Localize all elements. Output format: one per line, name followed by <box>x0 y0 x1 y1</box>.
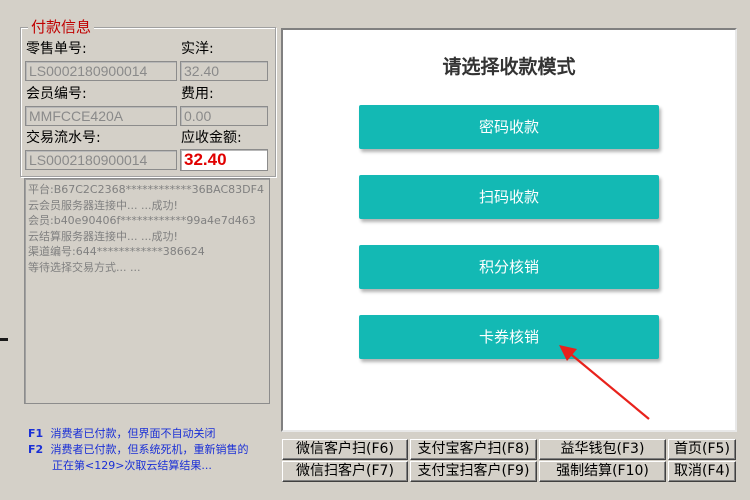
serial-no-label: 交易流水号: <box>26 130 101 146</box>
wechat-customer-scan-button[interactable]: 微信客户扫(F6) <box>282 439 408 460</box>
status-log: 平台:B67C2C2368************36BAC83DF4 云会员服… <box>24 178 270 404</box>
log-line: 渠道编号:644************386624 <box>28 245 205 258</box>
alipay-customer-scan-button[interactable]: 支付宝客户扫(F8) <box>410 439 537 460</box>
window-edge-mark <box>0 338 8 341</box>
log-line: 等待选择交易方式... ... <box>28 260 141 274</box>
password-payment-button[interactable]: 密码收款 <box>359 105 659 149</box>
retail-no-label: 零售单号: <box>26 41 87 57</box>
alipay-scan-customer-button[interactable]: 支付宝扫客户(F9) <box>410 461 537 482</box>
hotkey-hints: F1 消费者已付款，但界面不自动关闭 F2 消费者已付款，但系统死机，重新销售的… <box>28 426 278 474</box>
log-line: 云会员服务器连接中... ...成功! <box>28 198 178 212</box>
hint-f2-continued: 正在第<129>次取云结算结果... <box>52 459 212 472</box>
payment-info-legend: 付款信息 <box>28 18 95 36</box>
red-arrow-icon <box>559 345 650 420</box>
wechat-scan-customer-button[interactable]: 微信扫客户(F7) <box>282 461 408 482</box>
member-no-label: 会员编号: <box>26 86 87 102</box>
yihua-wallet-button[interactable]: 益华钱包(F3) <box>539 439 666 460</box>
log-line: 平台:B67C2C2368************36BAC83DF4 <box>28 183 264 196</box>
actual-field[interactable]: 32.40 <box>180 61 268 81</box>
fee-field[interactable]: 0.00 <box>180 106 268 126</box>
home-button[interactable]: 首页(F5) <box>668 439 736 460</box>
retail-no-field[interactable]: LS0002180900014 <box>25 61 177 81</box>
scan-payment-button[interactable]: 扫码收款 <box>359 175 659 219</box>
actual-label: 实洋: <box>181 41 214 57</box>
log-line: 会员:b40e90406f************99a4e7d463 <box>28 214 256 227</box>
hint-f2: F2 消费者已付款，但系统死机，重新销售的 <box>28 443 249 456</box>
log-line: 云结算服务器连接中... ...成功! <box>28 229 178 243</box>
payment-mode-panel: 请选择收款模式 密码收款 扫码收款 积分核销 卡券核销 <box>281 28 737 432</box>
force-settle-button[interactable]: 强制结算(F10) <box>539 461 666 482</box>
receivable-amount-field[interactable]: 32.40 <box>180 149 268 171</box>
cancel-button[interactable]: 取消(F4) <box>668 461 736 482</box>
fee-label: 费用: <box>181 86 214 102</box>
hint-f1: F1 消费者已付款，但界面不自动关闭 <box>28 427 216 440</box>
serial-no-field[interactable]: LS0002180900014 <box>25 150 177 170</box>
receivable-label: 应收金额: <box>181 130 242 146</box>
points-redeem-button[interactable]: 积分核销 <box>359 245 659 289</box>
member-no-field[interactable]: MMFCCE420A <box>25 106 177 126</box>
payment-mode-title: 请选择收款模式 <box>442 56 576 78</box>
